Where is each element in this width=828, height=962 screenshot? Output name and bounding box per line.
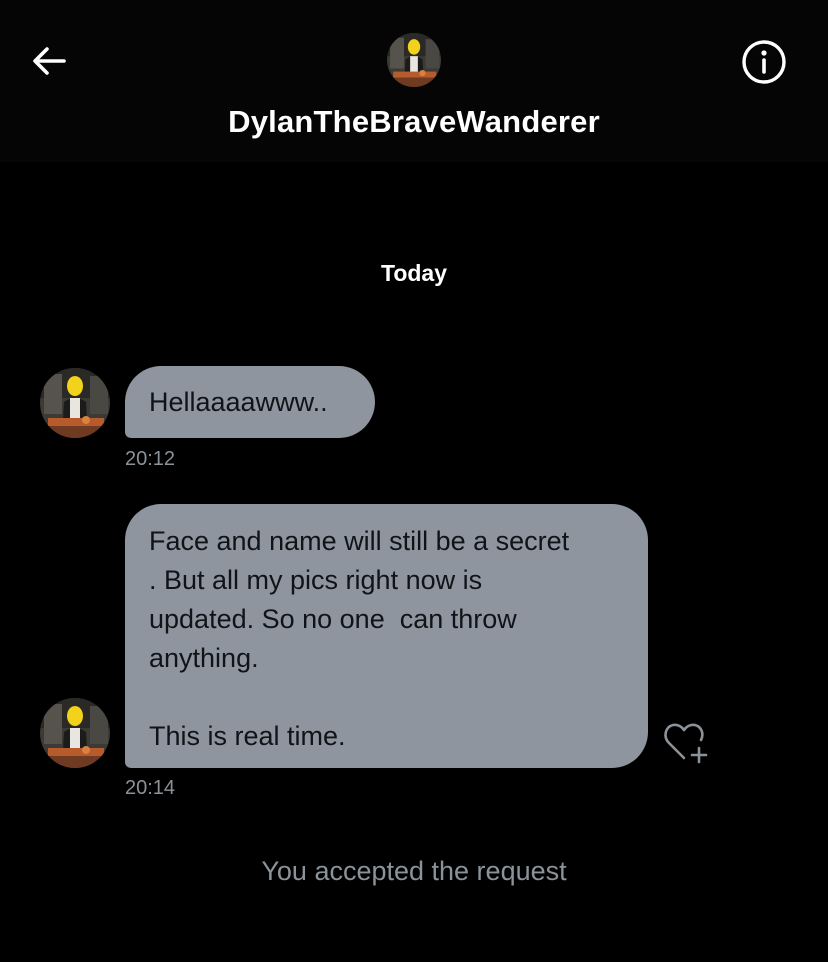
sender-avatar[interactable] (40, 698, 110, 768)
heart-plus-icon (664, 723, 708, 764)
conversation-title[interactable]: DylanTheBraveWanderer (0, 104, 828, 140)
sender-avatar[interactable] (40, 368, 110, 438)
header-avatar[interactable] (387, 33, 441, 87)
info-button[interactable] (740, 38, 788, 86)
request-accepted-notice: You accepted the request (261, 856, 567, 886)
back-button[interactable] (28, 40, 72, 84)
message-bubble[interactable]: Face and name will still be a secret . B… (125, 504, 648, 768)
react-heart-button[interactable] (662, 720, 712, 766)
message-bubble[interactable]: Hellaaaawww.. (125, 366, 375, 438)
date-separator: Today (380, 260, 448, 286)
conversation-header: DylanTheBraveWanderer (0, 0, 828, 162)
arrow-left-icon (33, 47, 66, 75)
message-timestamp: 20:14 (125, 777, 176, 799)
info-circle-icon (742, 40, 786, 84)
message-timestamp: 20:12 (125, 448, 176, 470)
